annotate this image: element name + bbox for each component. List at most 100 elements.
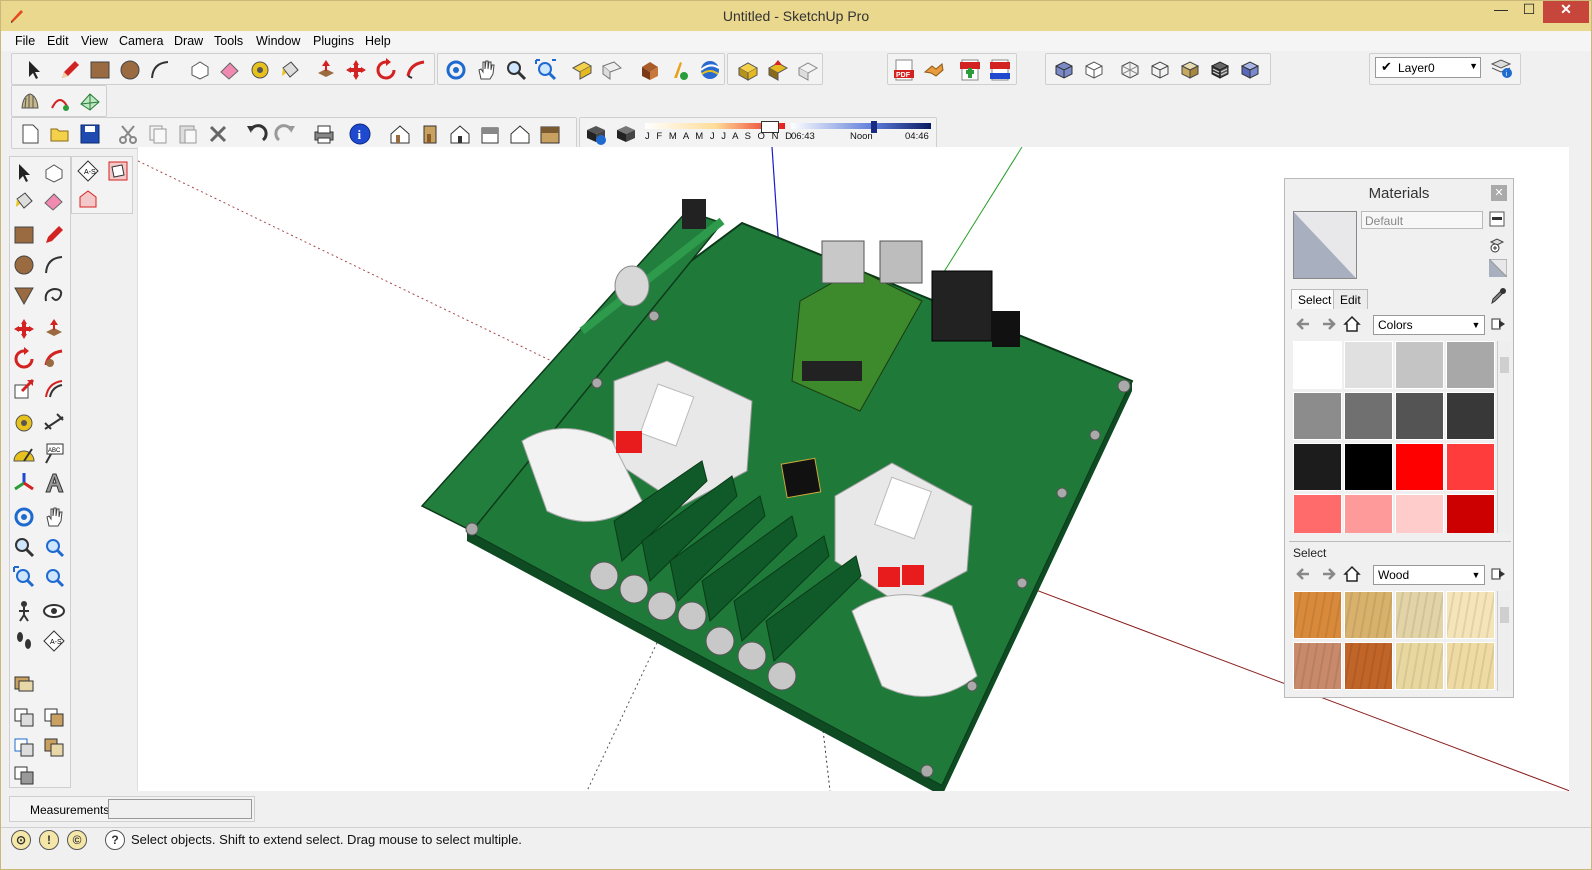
component-download-icon[interactable] [736, 58, 760, 82]
materials-close-button[interactable]: ✕ [1491, 185, 1507, 201]
dimension-tool-icon[interactable] [42, 411, 66, 435]
iso-house-icon[interactable] [388, 122, 412, 146]
zoom-icon[interactable] [504, 58, 528, 82]
shadow-settings-icon[interactable] [584, 122, 608, 146]
new-file-icon[interactable] [18, 122, 42, 146]
library-dropdown-colors[interactable]: Colors ▼ [1373, 315, 1485, 335]
paint-bucket-tool-icon[interactable] [12, 189, 36, 213]
create-material-icon[interactable] [1489, 237, 1505, 253]
section-plane-tool-icon[interactable]: A-S [42, 629, 66, 653]
move-icon[interactable] [344, 58, 368, 82]
tape-measure-tool-icon[interactable] [12, 411, 36, 435]
color-swatch[interactable] [1344, 443, 1393, 491]
google-earth-icon[interactable] [698, 58, 722, 82]
details-arrow-icon[interactable] [1491, 566, 1507, 582]
pan-hand-icon[interactable] [474, 58, 498, 82]
wood-swatch[interactable] [1344, 591, 1393, 639]
zoom-extents-tool-icon[interactable] [12, 565, 36, 589]
component-upload-icon[interactable] [766, 58, 790, 82]
view-group-icon-3[interactable] [12, 735, 36, 759]
display-secondary-pane-icon[interactable] [1489, 211, 1505, 227]
paste-icon[interactable] [176, 122, 200, 146]
line-tool-icon[interactable] [42, 223, 66, 247]
zoom-extents-icon[interactable] [534, 58, 558, 82]
color-swatch[interactable] [1446, 392, 1495, 440]
material-name-field[interactable]: Default [1361, 211, 1483, 229]
color-swatch[interactable] [1293, 494, 1342, 533]
circle-tool-icon[interactable] [12, 253, 36, 277]
wood-scrollbar-thumb[interactable] [1500, 607, 1509, 623]
orbit-icon[interactable] [444, 58, 468, 82]
back-arrow-icon[interactable] [1295, 565, 1313, 583]
wood-scrollbar[interactable] [1497, 591, 1511, 691]
tape-measure-icon[interactable] [248, 58, 272, 82]
menu-help[interactable]: Help [365, 34, 391, 48]
next-view-icon[interactable] [600, 58, 624, 82]
plugin-tools-icon[interactable] [922, 58, 946, 82]
details-arrow-icon[interactable] [1491, 316, 1507, 332]
pdf-add-icon[interactable] [958, 58, 982, 82]
menu-view[interactable]: View [81, 34, 108, 48]
pdf-export-icon[interactable]: PDF [892, 58, 916, 82]
delete-icon[interactable] [206, 122, 230, 146]
follow-me-icon[interactable] [404, 58, 428, 82]
paint-bucket-icon[interactable] [278, 58, 302, 82]
color-swatch[interactable] [1395, 341, 1444, 389]
colors-scrollbar[interactable] [1497, 341, 1511, 533]
push-pull-icon[interactable] [314, 58, 338, 82]
library-dropdown-wood[interactable]: Wood ▼ [1373, 565, 1485, 585]
open-folder-icon[interactable] [48, 122, 72, 146]
color-swatch[interactable] [1446, 443, 1495, 491]
tab-edit[interactable]: Edit [1333, 289, 1368, 309]
help-icon[interactable]: ? [105, 830, 125, 850]
minimize-button[interactable]: — [1487, 1, 1515, 23]
component-options-icon[interactable] [796, 58, 820, 82]
color-swatch[interactable] [1446, 494, 1495, 533]
credits-icon[interactable]: ! [39, 830, 59, 850]
eyedropper-icon[interactable] [1489, 287, 1507, 305]
wood-swatch[interactable] [1395, 642, 1444, 690]
zoom-window-tool-icon[interactable] [42, 535, 66, 559]
back-arrow-icon[interactable] [1295, 315, 1313, 333]
select-arrow-icon[interactable] [22, 58, 46, 82]
iso-view-icon[interactable] [1052, 58, 1076, 82]
select-tool-icon[interactable] [12, 161, 36, 185]
section-cut-icon[interactable] [106, 159, 130, 183]
pan-tool-icon[interactable] [42, 505, 66, 529]
color-swatch[interactable] [1293, 392, 1342, 440]
scale-tool-icon[interactable] [12, 377, 36, 401]
shaded-style-icon[interactable] [1178, 58, 1202, 82]
pdf-html-icon[interactable] [988, 58, 1012, 82]
copy-icon[interactable] [146, 122, 170, 146]
sandbox-smoove-icon[interactable] [78, 90, 102, 114]
shadow-toggle-icon[interactable] [614, 122, 638, 146]
home-icon[interactable] [1343, 315, 1361, 333]
left-house-icon[interactable] [508, 122, 532, 146]
rectangle-tool-icon[interactable] [12, 223, 36, 247]
layer-dropdown[interactable]: ✔ Layer0 ▼ [1375, 57, 1481, 78]
text-tool-icon[interactable]: ABC [42, 441, 66, 465]
offset-tool-icon[interactable] [42, 377, 66, 401]
sandbox-scratch-icon[interactable] [48, 90, 72, 114]
front-house-icon[interactable] [448, 122, 472, 146]
previous-tool-icon[interactable] [42, 565, 66, 589]
redo-icon[interactable] [274, 122, 298, 146]
3d-text-tool-icon[interactable] [42, 471, 66, 495]
freehand-tool-icon[interactable] [42, 283, 66, 307]
close-button[interactable]: ✕ [1543, 1, 1589, 23]
share-model-icon[interactable] [668, 58, 692, 82]
wood-swatch[interactable] [1446, 591, 1495, 639]
move-tool-icon[interactable] [12, 317, 36, 341]
color-swatch[interactable] [1446, 341, 1495, 389]
time-slider-track[interactable] [791, 123, 931, 129]
bottom-house-icon[interactable] [538, 122, 562, 146]
menu-file[interactable]: File [15, 34, 35, 48]
color-swatch[interactable] [1293, 341, 1342, 389]
top-view-icon[interactable] [1082, 58, 1106, 82]
textured-style-icon[interactable] [1208, 58, 1232, 82]
section-plane-icon[interactable]: A-S [76, 159, 100, 183]
wireframe-style-icon[interactable] [1148, 58, 1172, 82]
color-swatch[interactable] [1344, 341, 1393, 389]
orbit-tool-icon[interactable] [12, 505, 36, 529]
look-around-tool-icon[interactable] [42, 599, 66, 623]
